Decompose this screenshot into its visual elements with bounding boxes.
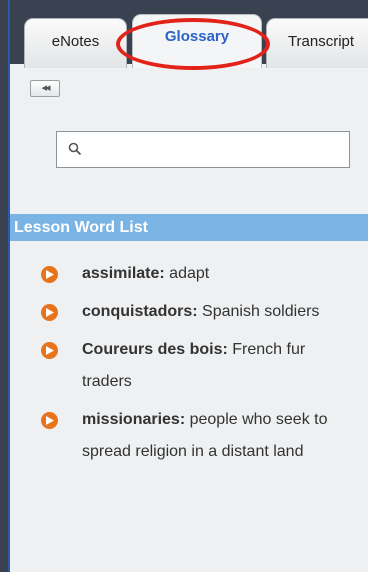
definition: Spanish soldiers <box>202 303 320 320</box>
double-chevron-left-icon: ◂◂ <box>41 82 50 94</box>
term: Coureurs des bois: <box>82 341 228 358</box>
glossary-panel: eNotes Transcript Glossary ◂◂ Lesson Wor… <box>8 0 368 572</box>
definition: adapt <box>169 265 210 282</box>
tab-label: eNotes <box>51 33 100 50</box>
search-icon <box>68 142 82 156</box>
play-bullet-icon[interactable] <box>41 266 58 283</box>
list-item: assimilate: adapt <box>10 258 368 290</box>
term: conquistadors: <box>82 303 198 320</box>
collapse-panel-button[interactable]: ◂◂ <box>30 80 60 97</box>
tab-label: Glossary <box>164 28 230 45</box>
tab-transcript[interactable]: Transcript <box>266 18 368 68</box>
list-item: Coureurs des bois: French fur traders <box>10 334 368 398</box>
tab-label: Transcript <box>287 33 355 50</box>
tab-bar: eNotes Transcript Glossary <box>10 0 368 70</box>
tab-enotes[interactable]: eNotes <box>24 18 127 68</box>
play-bullet-icon[interactable] <box>41 412 58 429</box>
play-bullet-icon[interactable] <box>41 342 58 359</box>
list-item: conquistadors: Spanish soldiers <box>10 296 368 328</box>
word-list: assimilate: adapt conquistadors: Spanish… <box>10 258 368 474</box>
tab-glossary[interactable]: Glossary <box>132 14 262 68</box>
list-item: missionaries: people who seek to spread … <box>10 404 368 468</box>
list-header: Lesson Word List <box>10 214 368 241</box>
term: assimilate: <box>82 265 165 282</box>
play-bullet-icon[interactable] <box>41 304 58 321</box>
term: missionaries: <box>82 411 186 428</box>
search-box[interactable] <box>56 131 350 168</box>
search-input[interactable] <box>91 138 345 164</box>
